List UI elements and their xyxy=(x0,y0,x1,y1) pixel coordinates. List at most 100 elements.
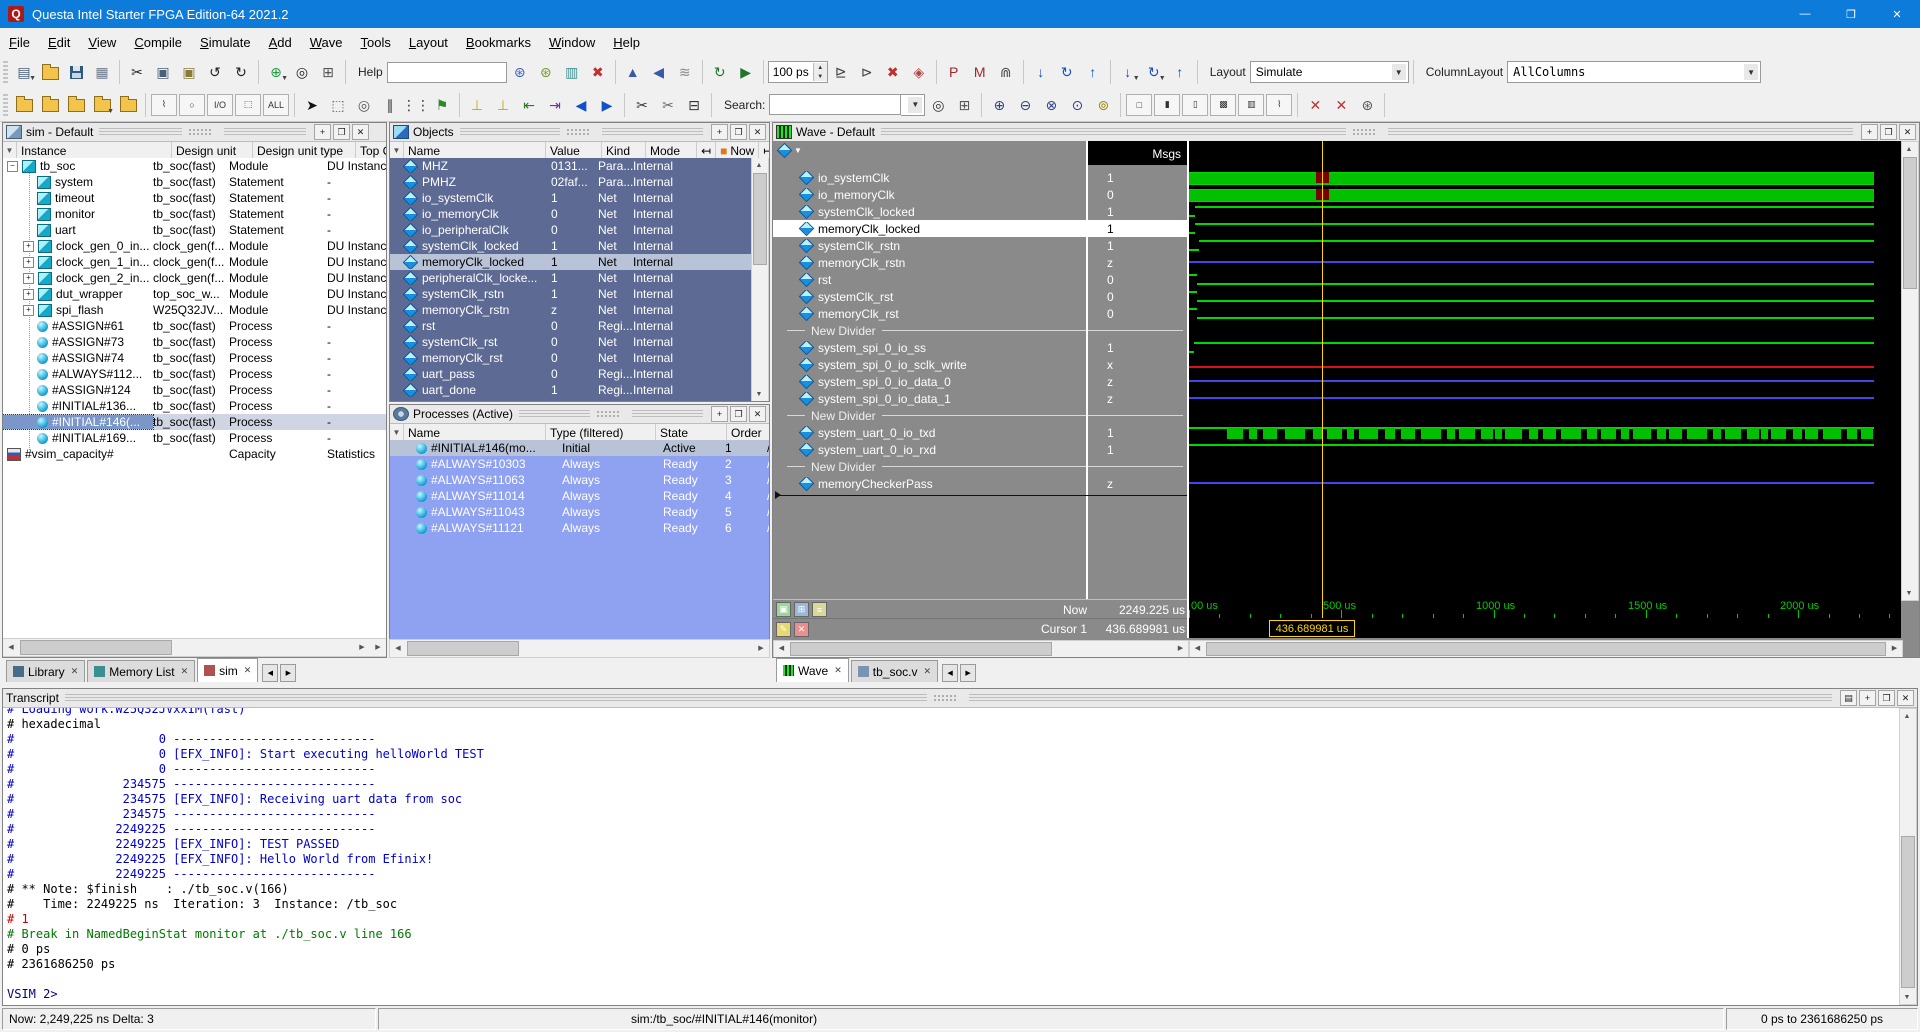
stop-draw-icon[interactable]: ✕ xyxy=(1303,93,1327,117)
delete-icon[interactable]: ✖ xyxy=(586,60,610,84)
layout-select[interactable]: Simulate▼ xyxy=(1250,61,1409,83)
tab-library[interactable]: Library✕ xyxy=(6,660,85,682)
sim-tree-row[interactable]: +clock_gen_0_in...clock_gen(f...ModuleDU… xyxy=(3,238,386,254)
zoom-range-icon[interactable]: ⊙ xyxy=(1065,93,1089,117)
zoom-out-icon[interactable]: ⊖ xyxy=(1013,93,1037,117)
sim-panel-add-button[interactable]: + xyxy=(314,124,331,140)
search-dropdown[interactable]: ▼ xyxy=(901,94,925,116)
tree-expander-icon[interactable]: + xyxy=(23,241,34,252)
sim-tree-row[interactable]: #INITIAL#136...tb_soc(fast)Process- xyxy=(3,398,386,414)
filter-icon[interactable]: ▼ xyxy=(3,142,17,159)
add-icon[interactable]: ⊕▼ xyxy=(264,60,288,84)
tab-scroll-icon[interactable]: ▶ xyxy=(280,664,296,682)
now-button[interactable]: ■Now xyxy=(716,142,759,159)
environment-up-icon[interactable]: ▲ xyxy=(621,60,645,84)
menu-add[interactable]: Add xyxy=(260,31,301,54)
stop-sim-icon[interactable]: ✕ xyxy=(1329,93,1353,117)
filter-icon[interactable]: ▼ xyxy=(390,424,404,441)
wave-cursor-row[interactable]: ✎ ✕ Cursor 1 436.689981 us xyxy=(773,618,1187,639)
wave-signal-row[interactable]: systemClk_rstn1 xyxy=(773,237,1187,254)
menu-window[interactable]: Window xyxy=(540,31,604,54)
step-into-current-icon[interactable]: ↓▼ xyxy=(1116,60,1140,84)
next-transition-icon[interactable]: ⇥ xyxy=(543,93,567,117)
break-icon[interactable]: ✖ xyxy=(881,60,905,84)
tab-sim[interactable]: sim✕ xyxy=(197,658,258,682)
profile-ml-icon[interactable]: M xyxy=(968,60,992,84)
processes-row[interactable]: #ALWAYS#10303AlwaysReady2/tb_ xyxy=(390,456,769,472)
redo-icon[interactable]: ↻ xyxy=(229,60,253,84)
wave-divider-row[interactable]: New Divider xyxy=(773,322,1187,339)
paste-wave-icon[interactable]: ⊟ xyxy=(682,93,706,117)
wave-signal-row[interactable]: systemClk_rst0 xyxy=(773,288,1187,305)
wave-panel-float-button[interactable]: ❒ xyxy=(1880,124,1897,140)
sim-panel-close-button[interactable]: ✕ xyxy=(352,124,369,140)
wave-cursor-line[interactable] xyxy=(1322,141,1323,599)
sim-tree-row[interactable]: +dut_wrappertop_soc_w...ModuleDU Instanc… xyxy=(3,286,386,302)
objects-row[interactable]: memoryClk_rstnzNetInternal xyxy=(390,302,769,318)
toggle-[interactable]: ▯ xyxy=(1182,94,1208,116)
close-button[interactable]: ✕ xyxy=(1874,0,1920,28)
sim-tree-row[interactable]: #ALWAYS#112...tb_soc(fast)Process- xyxy=(3,366,386,382)
restart-icon[interactable]: ↻ xyxy=(708,60,732,84)
wave-panel-close-button[interactable]: ✕ xyxy=(1899,124,1916,140)
search-grid-icon[interactable]: ⊞ xyxy=(952,93,976,117)
objects-row[interactable]: systemClk_rst0NetInternal xyxy=(390,334,769,350)
wave-signal-row[interactable]: system_spi_0_io_data_1z xyxy=(773,390,1187,407)
tree-expander-icon[interactable]: + xyxy=(23,257,34,268)
wave-divider-row[interactable]: New Divider xyxy=(773,458,1187,475)
toggle-[interactable]: ○ xyxy=(179,94,205,116)
menu-file[interactable]: File xyxy=(0,31,39,54)
transcript-vscrollbar[interactable]: ▲ ▼ xyxy=(1899,708,1917,1005)
sim-tree-row[interactable]: #ASSIGN#73tb_soc(fast)Process- xyxy=(3,334,386,350)
wave-vscrollbar[interactable]: ▲ ▼ xyxy=(1901,141,1919,601)
expand-all-icon[interactable]: ⊞ xyxy=(794,602,809,617)
processes-row[interactable]: #ALWAYS#11043AlwaysReady5/tb_ xyxy=(390,504,769,520)
processes-panel-add-button[interactable]: + xyxy=(711,406,728,422)
undo-icon[interactable]: ↺ xyxy=(203,60,227,84)
expand-icon[interactable]: ⊞ xyxy=(316,60,340,84)
sim-tree-row[interactable]: #ASSIGN#124tb_soc(fast)Process- xyxy=(3,382,386,398)
wave-signal-row[interactable]: rst0 xyxy=(773,271,1187,288)
menu-help[interactable]: Help xyxy=(604,31,649,54)
tab-tb-soc-v[interactable]: tb_soc.v✕ xyxy=(851,660,938,682)
run-length-spinner[interactable]: 100 ps▲▼ xyxy=(768,61,828,83)
wave-panel-header[interactable]: Wave - Default + ❒ ✕ xyxy=(773,123,1919,142)
toggle-[interactable]: ▮ xyxy=(1154,94,1180,116)
transcript-header[interactable]: Transcript ▤ + ❒ ✕ xyxy=(3,689,1917,708)
sim-hscrollbar[interactable]: ◀ ▶ ▶ xyxy=(3,638,386,657)
step-out-current-icon[interactable]: ↑ xyxy=(1168,60,1192,84)
tree-expander-icon[interactable]: + xyxy=(23,289,34,300)
objects-vscrollbar[interactable]: ▲ ▼ xyxy=(751,158,769,401)
help-input[interactable] xyxy=(387,62,507,83)
sim-tree-row[interactable]: #vsim_capacity#CapacityStatistics xyxy=(3,446,386,462)
environment-back-icon[interactable]: ◀ xyxy=(647,60,671,84)
processes-row[interactable]: #ALWAYS#11063AlwaysReady3/tb_ xyxy=(390,472,769,488)
wave-signal-row[interactable]: io_systemClk1 xyxy=(773,169,1187,186)
open-folder-icon[interactable] xyxy=(38,60,62,84)
menu-simulate[interactable]: Simulate xyxy=(191,31,260,54)
objects-panel-float-button[interactable]: ❒ xyxy=(730,124,747,140)
sim-tree-row[interactable]: systemtb_soc(fast)Statement- xyxy=(3,174,386,190)
wave-signal-row[interactable]: system_uart_0_io_rxd1 xyxy=(773,441,1187,458)
run-continue-icon[interactable]: ⊵ xyxy=(829,60,853,84)
columnlayout-select[interactable]: AllColumns▼ xyxy=(1507,61,1761,83)
compile-icon[interactable]: ⊛ xyxy=(508,60,532,84)
transcript-dock-button[interactable]: ▤ xyxy=(1840,690,1857,706)
profile-pl-icon[interactable]: P xyxy=(942,60,966,84)
run-all-icon[interactable]: ⊳ xyxy=(855,60,879,84)
time-collapse-icon[interactable]: ↤ xyxy=(697,142,716,159)
wave-signal-row[interactable]: system_spi_0_io_sclk_writex xyxy=(773,356,1187,373)
processes-column-2[interactable]: State xyxy=(656,424,727,441)
sim-tree-row[interactable]: −tb_soctb_soc(fast)ModuleDU Instance xyxy=(3,158,386,174)
sim-tree-row[interactable]: #INITIAL#169...tb_soc(fast)Process- xyxy=(3,430,386,446)
tab-scroll-icon[interactable]: ▶ xyxy=(960,664,976,682)
new-file-icon[interactable]: ▤▼ xyxy=(12,60,36,84)
copy-wave-icon[interactable]: ✂ xyxy=(656,93,680,117)
processes-column-0[interactable]: Name xyxy=(404,424,546,441)
objects-panel-close-button[interactable]: ✕ xyxy=(749,124,766,140)
toggle-[interactable]: ⬚ xyxy=(235,94,261,116)
menu-edit[interactable]: Edit xyxy=(39,31,79,54)
delete-cursor-icon[interactable]: ⊥ xyxy=(491,93,515,117)
library-icon[interactable]: ▥ xyxy=(560,60,584,84)
minimize-button[interactable]: — xyxy=(1782,0,1828,28)
